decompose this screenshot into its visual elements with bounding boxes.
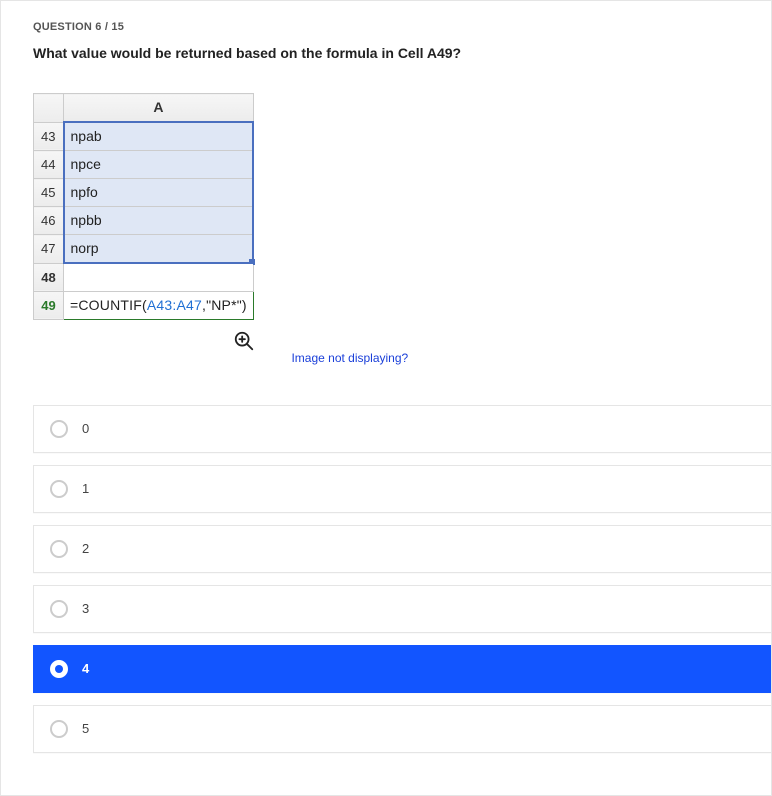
option-label: 3 bbox=[82, 601, 89, 616]
radio-icon bbox=[50, 420, 68, 438]
row-header: 48 bbox=[34, 263, 64, 291]
quiz-question-page: QUESTION 6 / 15 What value would be retu… bbox=[0, 0, 772, 796]
cell-A45[interactable]: npfo bbox=[64, 179, 254, 207]
radio-icon bbox=[50, 480, 68, 498]
question-text: What value would be returned based on th… bbox=[33, 45, 771, 61]
formula-range-ref: A43:A47 bbox=[147, 297, 202, 313]
answer-option-2[interactable]: 2 bbox=[33, 525, 771, 573]
zoom-in-icon[interactable] bbox=[233, 330, 255, 352]
radio-icon bbox=[50, 540, 68, 558]
option-label: 1 bbox=[82, 481, 89, 496]
row-header: 47 bbox=[34, 235, 64, 264]
radio-icon bbox=[50, 720, 68, 738]
answer-option-3[interactable]: 3 bbox=[33, 585, 771, 633]
answer-option-5[interactable]: 5 bbox=[33, 705, 771, 753]
row-header: 49 bbox=[34, 291, 64, 319]
answer-options: 0 1 2 3 4 5 bbox=[33, 405, 771, 753]
answer-option-0[interactable]: 0 bbox=[33, 405, 771, 453]
cell-A46[interactable]: npbb bbox=[64, 207, 254, 235]
image-not-displaying-link[interactable]: Image not displaying? bbox=[291, 351, 408, 365]
cell-A49-formula[interactable]: =COUNTIF(A43:A47,"NP*") bbox=[64, 291, 254, 319]
question-number: QUESTION 6 / 15 bbox=[33, 21, 771, 33]
answer-option-4[interactable]: 4 bbox=[33, 645, 771, 693]
formula-prefix: =COUNTIF( bbox=[70, 297, 147, 313]
cell-A48[interactable] bbox=[64, 263, 254, 291]
radio-icon bbox=[50, 660, 68, 678]
row-header: 44 bbox=[34, 151, 64, 179]
formula-text: =COUNTIF(A43:A47,"NP*") bbox=[70, 297, 247, 313]
cell-A44[interactable]: npce bbox=[64, 151, 254, 179]
formula-suffix: ,"NP*") bbox=[202, 297, 247, 313]
cell-A43[interactable]: npab bbox=[64, 122, 254, 151]
column-header-A: A bbox=[64, 94, 254, 123]
row-header: 43 bbox=[34, 122, 64, 151]
answer-option-1[interactable]: 1 bbox=[33, 465, 771, 513]
radio-icon bbox=[50, 600, 68, 618]
option-label: 5 bbox=[82, 721, 89, 736]
spreadsheet: A 43 npab 44 npce 45 npfo 46 npbb 47 no bbox=[33, 93, 255, 352]
cell-value: norp bbox=[71, 240, 99, 256]
option-label: 4 bbox=[82, 661, 89, 676]
row-header: 45 bbox=[34, 179, 64, 207]
cell-A47[interactable]: norp bbox=[64, 235, 254, 264]
spreadsheet-table: A 43 npab 44 npce 45 npfo 46 npbb 47 no bbox=[33, 93, 254, 320]
option-label: 0 bbox=[82, 421, 89, 436]
option-label: 2 bbox=[82, 541, 89, 556]
row-header: 46 bbox=[34, 207, 64, 235]
sheet-corner bbox=[34, 94, 64, 123]
